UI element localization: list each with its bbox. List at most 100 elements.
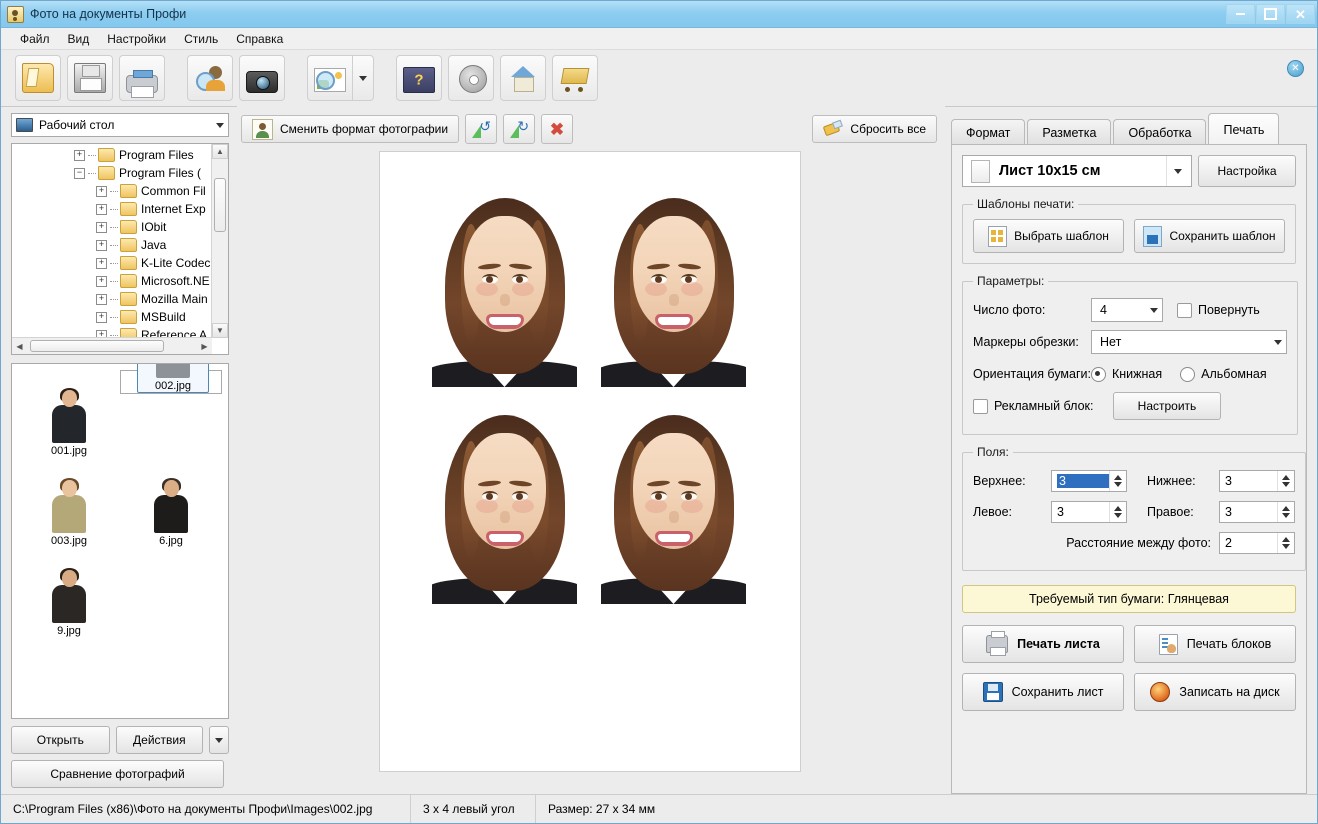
scroll-down-icon[interactable]: ▼	[212, 323, 228, 338]
expand-icon[interactable]: +	[96, 330, 107, 338]
crop-markers-select[interactable]: Нет	[1091, 330, 1287, 354]
expand-icon[interactable]: +	[96, 186, 107, 197]
tree-item[interactable]: +Java	[12, 236, 211, 254]
margin-left-stepper[interactable]	[1109, 502, 1125, 522]
image-search-button[interactable]	[307, 55, 353, 101]
ad-block-setup-button[interactable]: Настроить	[1113, 392, 1221, 420]
save-template-button[interactable]: Сохранить шаблон	[1134, 219, 1285, 253]
print-sheet[interactable]	[379, 151, 801, 772]
video-button[interactable]	[448, 55, 494, 101]
home-button[interactable]	[500, 55, 546, 101]
tab-processing[interactable]: Обработка	[1113, 119, 1206, 145]
image-search-dropdown-button[interactable]	[353, 55, 374, 101]
menu-item-style[interactable]: Стиль	[175, 30, 227, 48]
photo-gap-input[interactable]: 2	[1219, 532, 1295, 554]
expand-icon[interactable]: +	[96, 222, 107, 233]
help-button[interactable]	[396, 55, 442, 101]
actions-button[interactable]: Действия	[116, 726, 204, 754]
tree-item[interactable]: +IObit	[12, 218, 211, 236]
folder-tree-vscrollbar[interactable]: ▲ ▼	[211, 144, 228, 338]
close-button[interactable]: ✕	[1286, 4, 1315, 24]
expand-icon[interactable]: +	[96, 258, 107, 269]
margin-left-input[interactable]: 3	[1051, 501, 1127, 523]
scroll-left-icon[interactable]: ◀	[12, 338, 27, 354]
photo-gap-stepper[interactable]	[1277, 533, 1293, 553]
vscroll-thumb[interactable]	[214, 178, 226, 232]
rotate-right-button[interactable]: ↻	[503, 114, 535, 144]
ad-block-checkbox[interactable]	[973, 399, 988, 414]
expand-icon[interactable]: +	[96, 204, 107, 215]
ad-block-checkbox-row[interactable]: Рекламный блок:	[973, 399, 1113, 414]
sheet-photo[interactable]	[601, 192, 746, 387]
scroll-right-icon[interactable]: ▶	[197, 338, 212, 354]
expand-icon[interactable]: +	[96, 312, 107, 323]
tree-item[interactable]: +Program Files	[12, 146, 211, 164]
orientation-portrait-option[interactable]: Книжная	[1091, 367, 1162, 382]
person-search-button[interactable]	[187, 55, 233, 101]
open-folder-button[interactable]	[15, 55, 61, 101]
folder-tree-hscrollbar[interactable]: ◀ ▶	[12, 337, 212, 354]
menu-item-file[interactable]: Файл	[11, 30, 59, 48]
maximize-button[interactable]	[1256, 4, 1285, 24]
margin-top-input[interactable]: 3	[1051, 470, 1127, 492]
location-combo[interactable]: Рабочий стол	[11, 113, 229, 137]
thumbnail-item[interactable]: 6.jpg	[120, 460, 222, 550]
menu-item-view[interactable]: Вид	[59, 30, 99, 48]
paper-select[interactable]: Лист 10x15 см	[962, 155, 1192, 187]
orientation-landscape-option[interactable]: Альбомная	[1180, 367, 1266, 382]
hscroll-thumb[interactable]	[30, 340, 164, 352]
tree-item[interactable]: +K-Lite Codec	[12, 254, 211, 272]
open-button[interactable]: Открыть	[11, 726, 110, 754]
thumbnail-item[interactable]: 001.jpg	[18, 370, 120, 460]
thumbnail-item[interactable]: 9.jpg	[18, 550, 120, 640]
menu-item-help[interactable]: Справка	[227, 30, 292, 48]
tree-item[interactable]: +Internet Exp	[12, 200, 211, 218]
orientation-portrait-radio[interactable]	[1091, 367, 1106, 382]
tree-item[interactable]: +MSBuild	[12, 308, 211, 326]
tab-layout[interactable]: Разметка	[1027, 119, 1111, 145]
save-button[interactable]	[67, 55, 113, 101]
margin-bottom-input[interactable]: 3	[1219, 470, 1295, 492]
compare-photos-button[interactable]: Сравнение фотографий	[11, 760, 224, 788]
delete-photo-button[interactable]: ✖	[541, 114, 573, 144]
rotate-checkbox-row[interactable]: Повернуть	[1177, 303, 1260, 318]
tree-item[interactable]: −Program Files (	[12, 164, 211, 182]
minimize-button[interactable]	[1226, 4, 1255, 24]
collapse-icon[interactable]: −	[74, 168, 85, 179]
margin-right-input[interactable]: 3	[1219, 501, 1295, 523]
menu-item-settings[interactable]: Настройки	[98, 30, 175, 48]
actions-dropdown-button[interactable]	[209, 726, 229, 754]
sheet-photo[interactable]	[432, 409, 577, 604]
print-blocks-button[interactable]: Печать блоков	[1134, 625, 1296, 663]
change-format-button[interactable]: Сменить формат фотографии	[241, 115, 459, 143]
sheet-photo[interactable]	[601, 409, 746, 604]
margin-bottom-stepper[interactable]	[1277, 471, 1293, 491]
margin-top-stepper[interactable]	[1109, 471, 1125, 491]
thumbnail-item[interactable]: 003.jpg	[18, 460, 120, 550]
shop-button[interactable]	[552, 55, 598, 101]
choose-template-button[interactable]: Выбрать шаблон	[973, 219, 1124, 253]
canvas-area[interactable]	[241, 145, 937, 794]
tree-item[interactable]: +Microsoft.NE	[12, 272, 211, 290]
photo-count-select[interactable]: 4	[1091, 298, 1163, 322]
rotate-checkbox[interactable]	[1177, 303, 1192, 318]
scroll-up-icon[interactable]: ▲	[212, 144, 228, 159]
thumbnail-item[interactable]: 002.jpg	[120, 370, 222, 394]
tab-print[interactable]: Печать	[1208, 113, 1279, 145]
tab-format[interactable]: Формат	[951, 119, 1025, 145]
print-sheet-button[interactable]: Печать листа	[962, 625, 1124, 663]
rotate-left-button[interactable]: ↺	[465, 114, 497, 144]
margin-right-stepper[interactable]	[1277, 502, 1293, 522]
tree-item[interactable]: +Reference A	[12, 326, 211, 337]
thumbnail-list[interactable]: 001.jpg002.jpg 003.jpg6.jpg9.jpg	[11, 363, 229, 719]
orientation-landscape-radio[interactable]	[1180, 367, 1195, 382]
tree-item[interactable]: +Mozilla Main	[12, 290, 211, 308]
tree-item[interactable]: +Common Fil	[12, 182, 211, 200]
folder-tree[interactable]: +Program Files−Program Files (+Common Fi…	[11, 143, 229, 355]
burn-disc-button[interactable]: Записать на диск	[1134, 673, 1296, 711]
reset-all-button[interactable]: Сбросить все	[812, 115, 937, 143]
paper-setup-button[interactable]: Настройка	[1198, 155, 1296, 187]
paper-select-dropdown[interactable]	[1166, 156, 1189, 186]
expand-icon[interactable]: +	[96, 294, 107, 305]
save-sheet-button[interactable]: Сохранить лист	[962, 673, 1124, 711]
